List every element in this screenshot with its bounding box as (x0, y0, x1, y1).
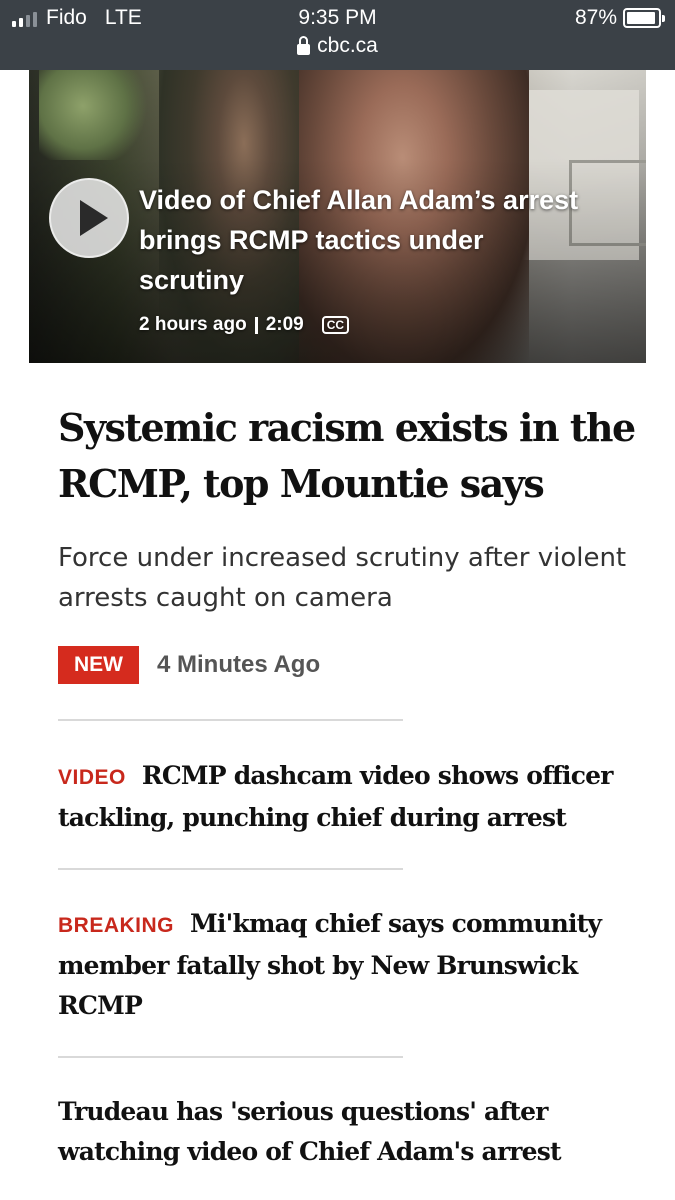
divider (58, 868, 403, 870)
main-timestamp: 4 Minutes Ago (157, 651, 321, 678)
address-bar[interactable]: cbc.ca (0, 34, 675, 58)
battery-percent: 87% (574, 6, 617, 29)
new-badge: NEW (58, 646, 139, 684)
related-story-link[interactable]: VIDEO RCMP dashcam video shows officer ta… (58, 756, 638, 838)
clock: 9:35 PM (298, 6, 377, 29)
play-icon[interactable] (49, 178, 129, 258)
story-title[interactable]: Trudeau has 'serious questions' after wa… (58, 1097, 562, 1166)
closed-caption-icon: CC (321, 316, 350, 334)
status-bar: Fido LTE 9:35 PM cbc.ca 87% (0, 0, 675, 70)
hero-video-card[interactable]: Video of Chief Allan Adam’s arrest bring… (29, 70, 646, 363)
hero-meta: 2 hours ago 2:09 CC (139, 314, 350, 336)
url-text: cbc.ca (317, 34, 378, 57)
story-label: BREAKING (58, 914, 175, 937)
divider (58, 719, 403, 721)
status-right: 87% (574, 6, 665, 30)
main-dek: Force under increased scrutiny after vio… (58, 543, 627, 613)
hero-time: 2 hours ago (139, 314, 247, 335)
related-story-link[interactable]: Trudeau has 'serious questions' after wa… (58, 1092, 638, 1172)
main-headline[interactable]: Systemic racism exists in the RCMP, top … (58, 400, 638, 512)
story-title[interactable]: RCMP dashcam video shows officer tacklin… (58, 761, 613, 832)
related-story-link[interactable]: BREAKING Mi'kmaq chief says community mem… (58, 904, 638, 1026)
hero-title[interactable]: Video of Chief Allan Adam’s arrest bring… (139, 180, 579, 300)
battery-icon (623, 8, 665, 28)
lock-icon (297, 35, 311, 55)
meta-divider (254, 316, 258, 334)
story-label: VIDEO (58, 766, 126, 789)
divider (58, 1056, 403, 1058)
main-meta: NEW 4 Minutes Ago (58, 646, 320, 684)
video-duration: 2:09 (265, 314, 304, 335)
